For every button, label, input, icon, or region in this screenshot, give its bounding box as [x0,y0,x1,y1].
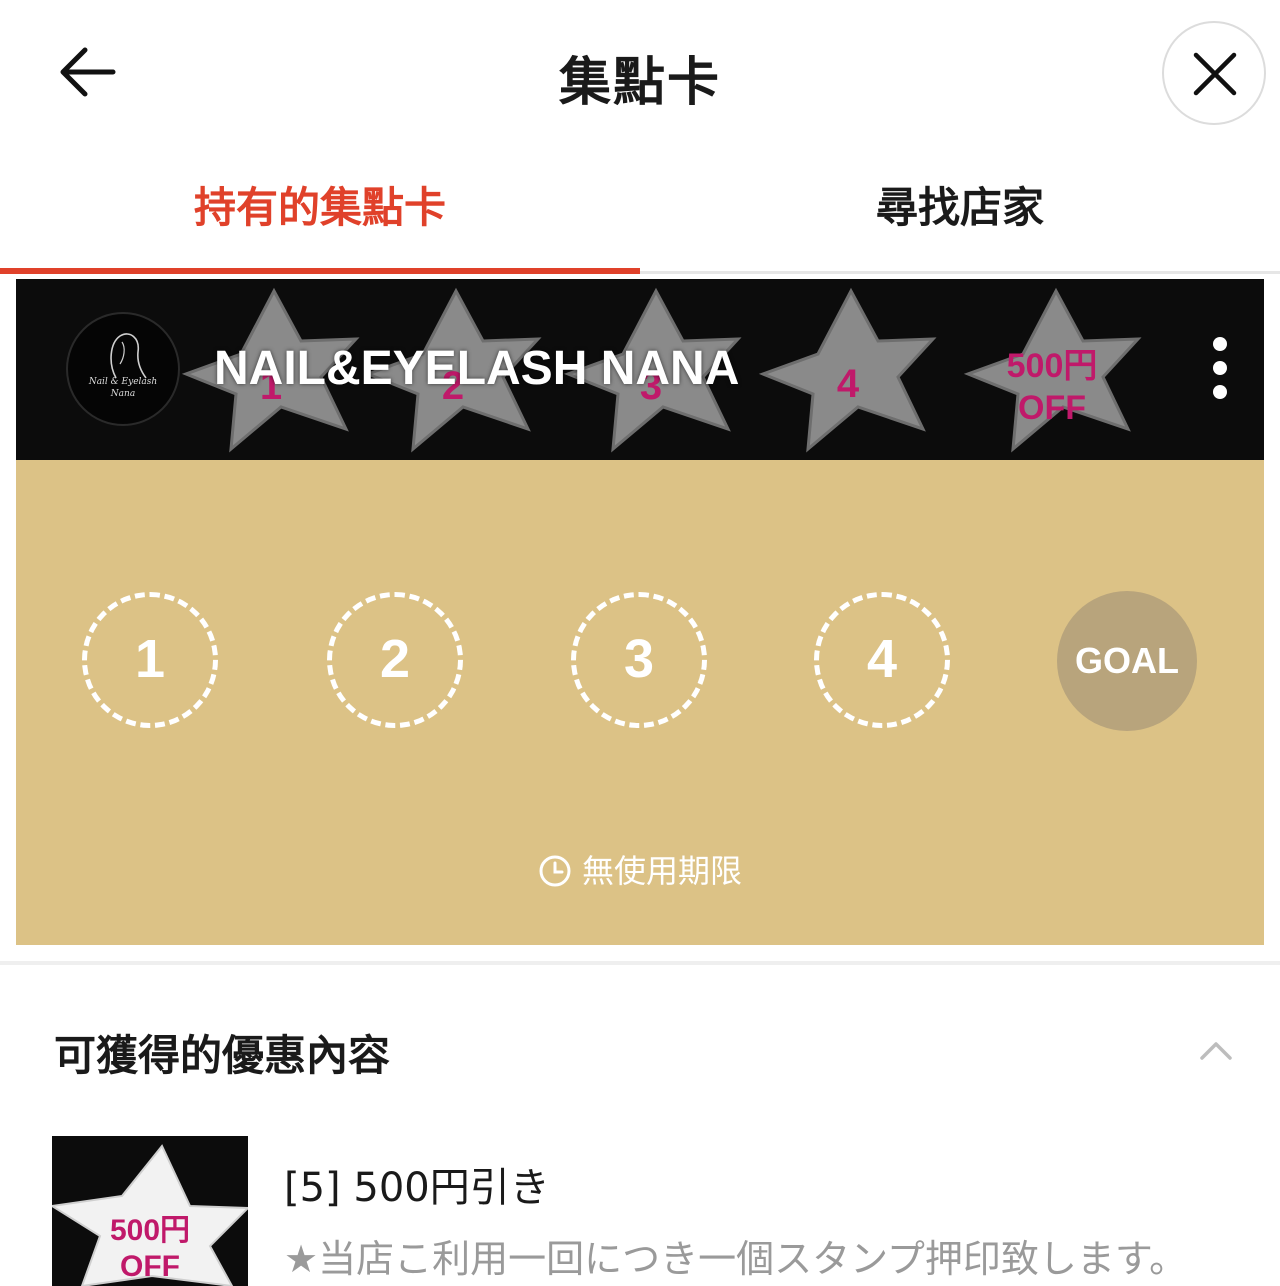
section-divider [0,961,1280,965]
star-stamp-image: 500円 OFF [52,1144,248,1286]
stamp-slot-3: 3 [571,592,707,728]
stamp-slot-1: 1 [82,592,218,728]
reward-thumbnail[interactable]: 500円 OFF [52,1136,248,1286]
header: 集點卡 [0,0,1280,150]
card-stamp-area: 1 2 3 4 GOAL 無使用期限 [16,460,1264,945]
stamp-slot-4: 4 [814,592,950,728]
more-options-button[interactable] [1206,335,1236,405]
tab-find-stores[interactable]: 尋找店家 [640,150,1280,270]
shop-logo: Nail & Eyelash Nana [66,312,180,426]
thumb-label-500yen: 500円 [110,1214,190,1247]
thumb-label-off: OFF [120,1250,180,1283]
expiry-text: 無使用期限 [581,852,742,890]
card-banner: 1 2 3 4 500円 OFF Nail & Eyelash Nana NAI… [16,279,1264,460]
page-title: 集點卡 [558,53,721,113]
more-dot-icon [1213,337,1227,351]
more-dot-icon [1213,385,1227,399]
close-icon [1193,52,1237,96]
collapse-button[interactable] [1198,1038,1234,1066]
banner-label-500yen: 500円 [1007,347,1098,385]
tab-active-indicator [0,268,640,274]
stamp-slot-2: 2 [327,592,463,728]
close-button[interactable] [1162,21,1266,125]
more-dot-icon [1213,361,1227,375]
banner-label-4: 4 [837,362,860,406]
clock-icon [539,855,571,887]
tab-bar: 持有的集點卡 尋找店家 [0,150,1280,276]
shop-logo-text: Nail & Eyelash Nana [88,377,158,399]
reward-description: ★当店こ利用一回につき一個スタンプ押印致します。 [284,1237,1188,1281]
goal-badge: GOAL [1057,591,1197,731]
reward-title[interactable]: [5] 500円引き [284,1155,550,1213]
shop-name: NAIL&EYELASH NANA [214,342,740,395]
tab-owned-cards[interactable]: 持有的集點卡 [0,150,640,270]
chevron-up-icon [1200,1042,1232,1060]
stamp-card[interactable]: 1 2 3 4 500円 OFF Nail & Eyelash Nana NAI… [16,279,1264,945]
expiry-info: 無使用期限 [16,846,1264,892]
banner-label-off: OFF [1018,389,1086,427]
rewards-section-title: 可獲得的優惠內容 [54,1031,391,1080]
